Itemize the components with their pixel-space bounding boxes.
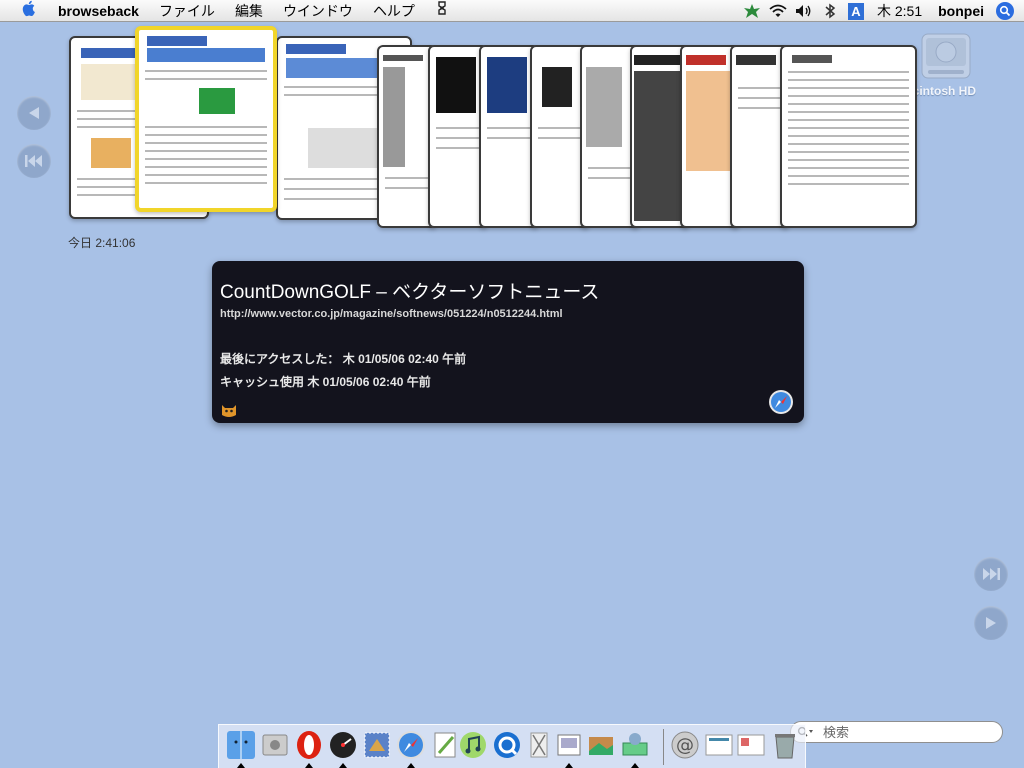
script-menu[interactable] bbox=[425, 0, 459, 22]
bluetooth-menu[interactable] bbox=[819, 0, 841, 22]
page-info-panel: CountDownGOLF – ベクターソフトニュース http://www.v… bbox=[212, 261, 804, 423]
menu-edit[interactable]: 編集 bbox=[225, 0, 273, 22]
preview-icon bbox=[557, 734, 581, 756]
dashboard-icon bbox=[330, 732, 356, 758]
search-field[interactable] bbox=[790, 721, 1003, 743]
trash-icon bbox=[775, 734, 795, 759]
menu-help[interactable]: ヘルプ bbox=[363, 0, 425, 22]
next-button[interactable] bbox=[974, 606, 1008, 640]
running-indicator bbox=[339, 763, 347, 768]
wifi-menu[interactable] bbox=[767, 0, 789, 22]
finder-icon bbox=[227, 731, 255, 759]
iphoto-icon bbox=[589, 737, 613, 755]
input-method-icon: A bbox=[847, 2, 864, 20]
dock-system-preferences[interactable] bbox=[259, 729, 291, 763]
apple-logo-icon bbox=[22, 0, 35, 17]
rewind-button[interactable] bbox=[17, 144, 51, 178]
running-indicator bbox=[407, 763, 415, 768]
dock-iphoto[interactable] bbox=[585, 729, 617, 763]
running-indicator bbox=[237, 763, 245, 768]
skip-forward-icon bbox=[983, 568, 1000, 580]
safari-icon[interactable] bbox=[768, 389, 794, 415]
wifi-icon bbox=[769, 4, 787, 17]
menu-bar-right: A 木 2:51 bonpei bbox=[739, 0, 1018, 22]
system-preferences-icon bbox=[262, 734, 288, 756]
bluetooth-icon bbox=[825, 3, 836, 19]
web-pages-icon bbox=[737, 734, 765, 756]
at-sign-icon: @ bbox=[671, 731, 699, 759]
dock-preview[interactable] bbox=[553, 729, 585, 763]
dock-finder[interactable] bbox=[225, 729, 257, 763]
dock-opera[interactable] bbox=[293, 729, 325, 763]
running-indicator bbox=[631, 763, 639, 768]
play-right-icon bbox=[986, 617, 996, 629]
previous-button[interactable] bbox=[17, 96, 51, 130]
page-title: CountDownGOLF – ベクターソフトニュース bbox=[220, 282, 600, 303]
app-menu[interactable]: browseback bbox=[48, 0, 149, 22]
apple-menu[interactable] bbox=[10, 0, 48, 23]
running-indicator bbox=[565, 763, 573, 768]
dock-web-pages[interactable] bbox=[735, 729, 767, 763]
dock: @ bbox=[218, 724, 806, 768]
page-url[interactable]: http://www.vector.co.jp/magazine/softnew… bbox=[220, 308, 563, 320]
input-method-menu[interactable]: A bbox=[845, 0, 867, 22]
page-thumbnail[interactable] bbox=[780, 45, 917, 228]
itunes-icon bbox=[460, 732, 486, 758]
page-thumbnail-selected[interactable] bbox=[135, 26, 277, 212]
hard-disk-label: acintosh HD bbox=[906, 84, 977, 98]
cache-used: キャッシュ使用 木 01/05/06 02:40 午前 bbox=[220, 375, 431, 389]
safari-icon bbox=[397, 731, 425, 759]
fast-forward-button[interactable] bbox=[974, 557, 1008, 591]
opera-icon bbox=[297, 731, 321, 759]
dock-network[interactable] bbox=[619, 729, 651, 763]
skip-back-icon bbox=[25, 155, 42, 167]
svg-text:@: @ bbox=[676, 735, 694, 756]
network-icon bbox=[622, 733, 648, 756]
running-indicator bbox=[305, 763, 313, 768]
dock-mail[interactable]: @ bbox=[669, 729, 701, 763]
history-timestamp: 今日 2:41:06 bbox=[68, 236, 136, 250]
dock-mail-stamp[interactable] bbox=[361, 729, 393, 763]
menu-file[interactable]: ファイル bbox=[149, 0, 225, 22]
leaf-menu[interactable] bbox=[741, 0, 763, 22]
stamp-icon bbox=[364, 732, 390, 758]
menu-bar-left: browseback ファイル 編集 ウインドウ ヘルプ bbox=[10, 0, 459, 22]
search-input[interactable] bbox=[821, 723, 995, 741]
volume-icon bbox=[795, 5, 811, 17]
volume-menu[interactable] bbox=[793, 0, 815, 22]
menu-clock[interactable]: 木 2:51 bbox=[869, 1, 930, 21]
dock-separator bbox=[663, 729, 664, 765]
script-icon bbox=[438, 1, 446, 15]
dock-safari[interactable] bbox=[395, 729, 427, 763]
spotlight-button[interactable] bbox=[994, 0, 1016, 22]
hard-disk-icon[interactable] bbox=[918, 28, 974, 84]
user-menu[interactable]: bonpei bbox=[930, 3, 992, 19]
dock-trash[interactable] bbox=[769, 729, 801, 763]
documents-icon bbox=[705, 734, 733, 756]
cat-icon bbox=[222, 405, 236, 417]
last-access: 最後にアクセスした： 木 01/05/06 02:40 午前 bbox=[220, 352, 467, 366]
spotlight-icon bbox=[996, 2, 1014, 20]
menu-bar: browseback ファイル 編集 ウインドウ ヘルプ A 木 2:51 bo… bbox=[0, 0, 1024, 22]
dock-dashboard[interactable] bbox=[327, 729, 359, 763]
dock-itunes[interactable] bbox=[457, 729, 489, 763]
menu-window[interactable]: ウインドウ bbox=[273, 0, 363, 22]
script-editor-icon bbox=[530, 732, 548, 758]
leaf-icon bbox=[743, 4, 760, 18]
quicktime-icon bbox=[494, 732, 520, 758]
dock-quicktime[interactable] bbox=[491, 729, 523, 763]
dock-script-editor[interactable] bbox=[523, 729, 555, 763]
play-left-icon bbox=[29, 107, 39, 119]
dock-documents[interactable] bbox=[703, 729, 735, 763]
